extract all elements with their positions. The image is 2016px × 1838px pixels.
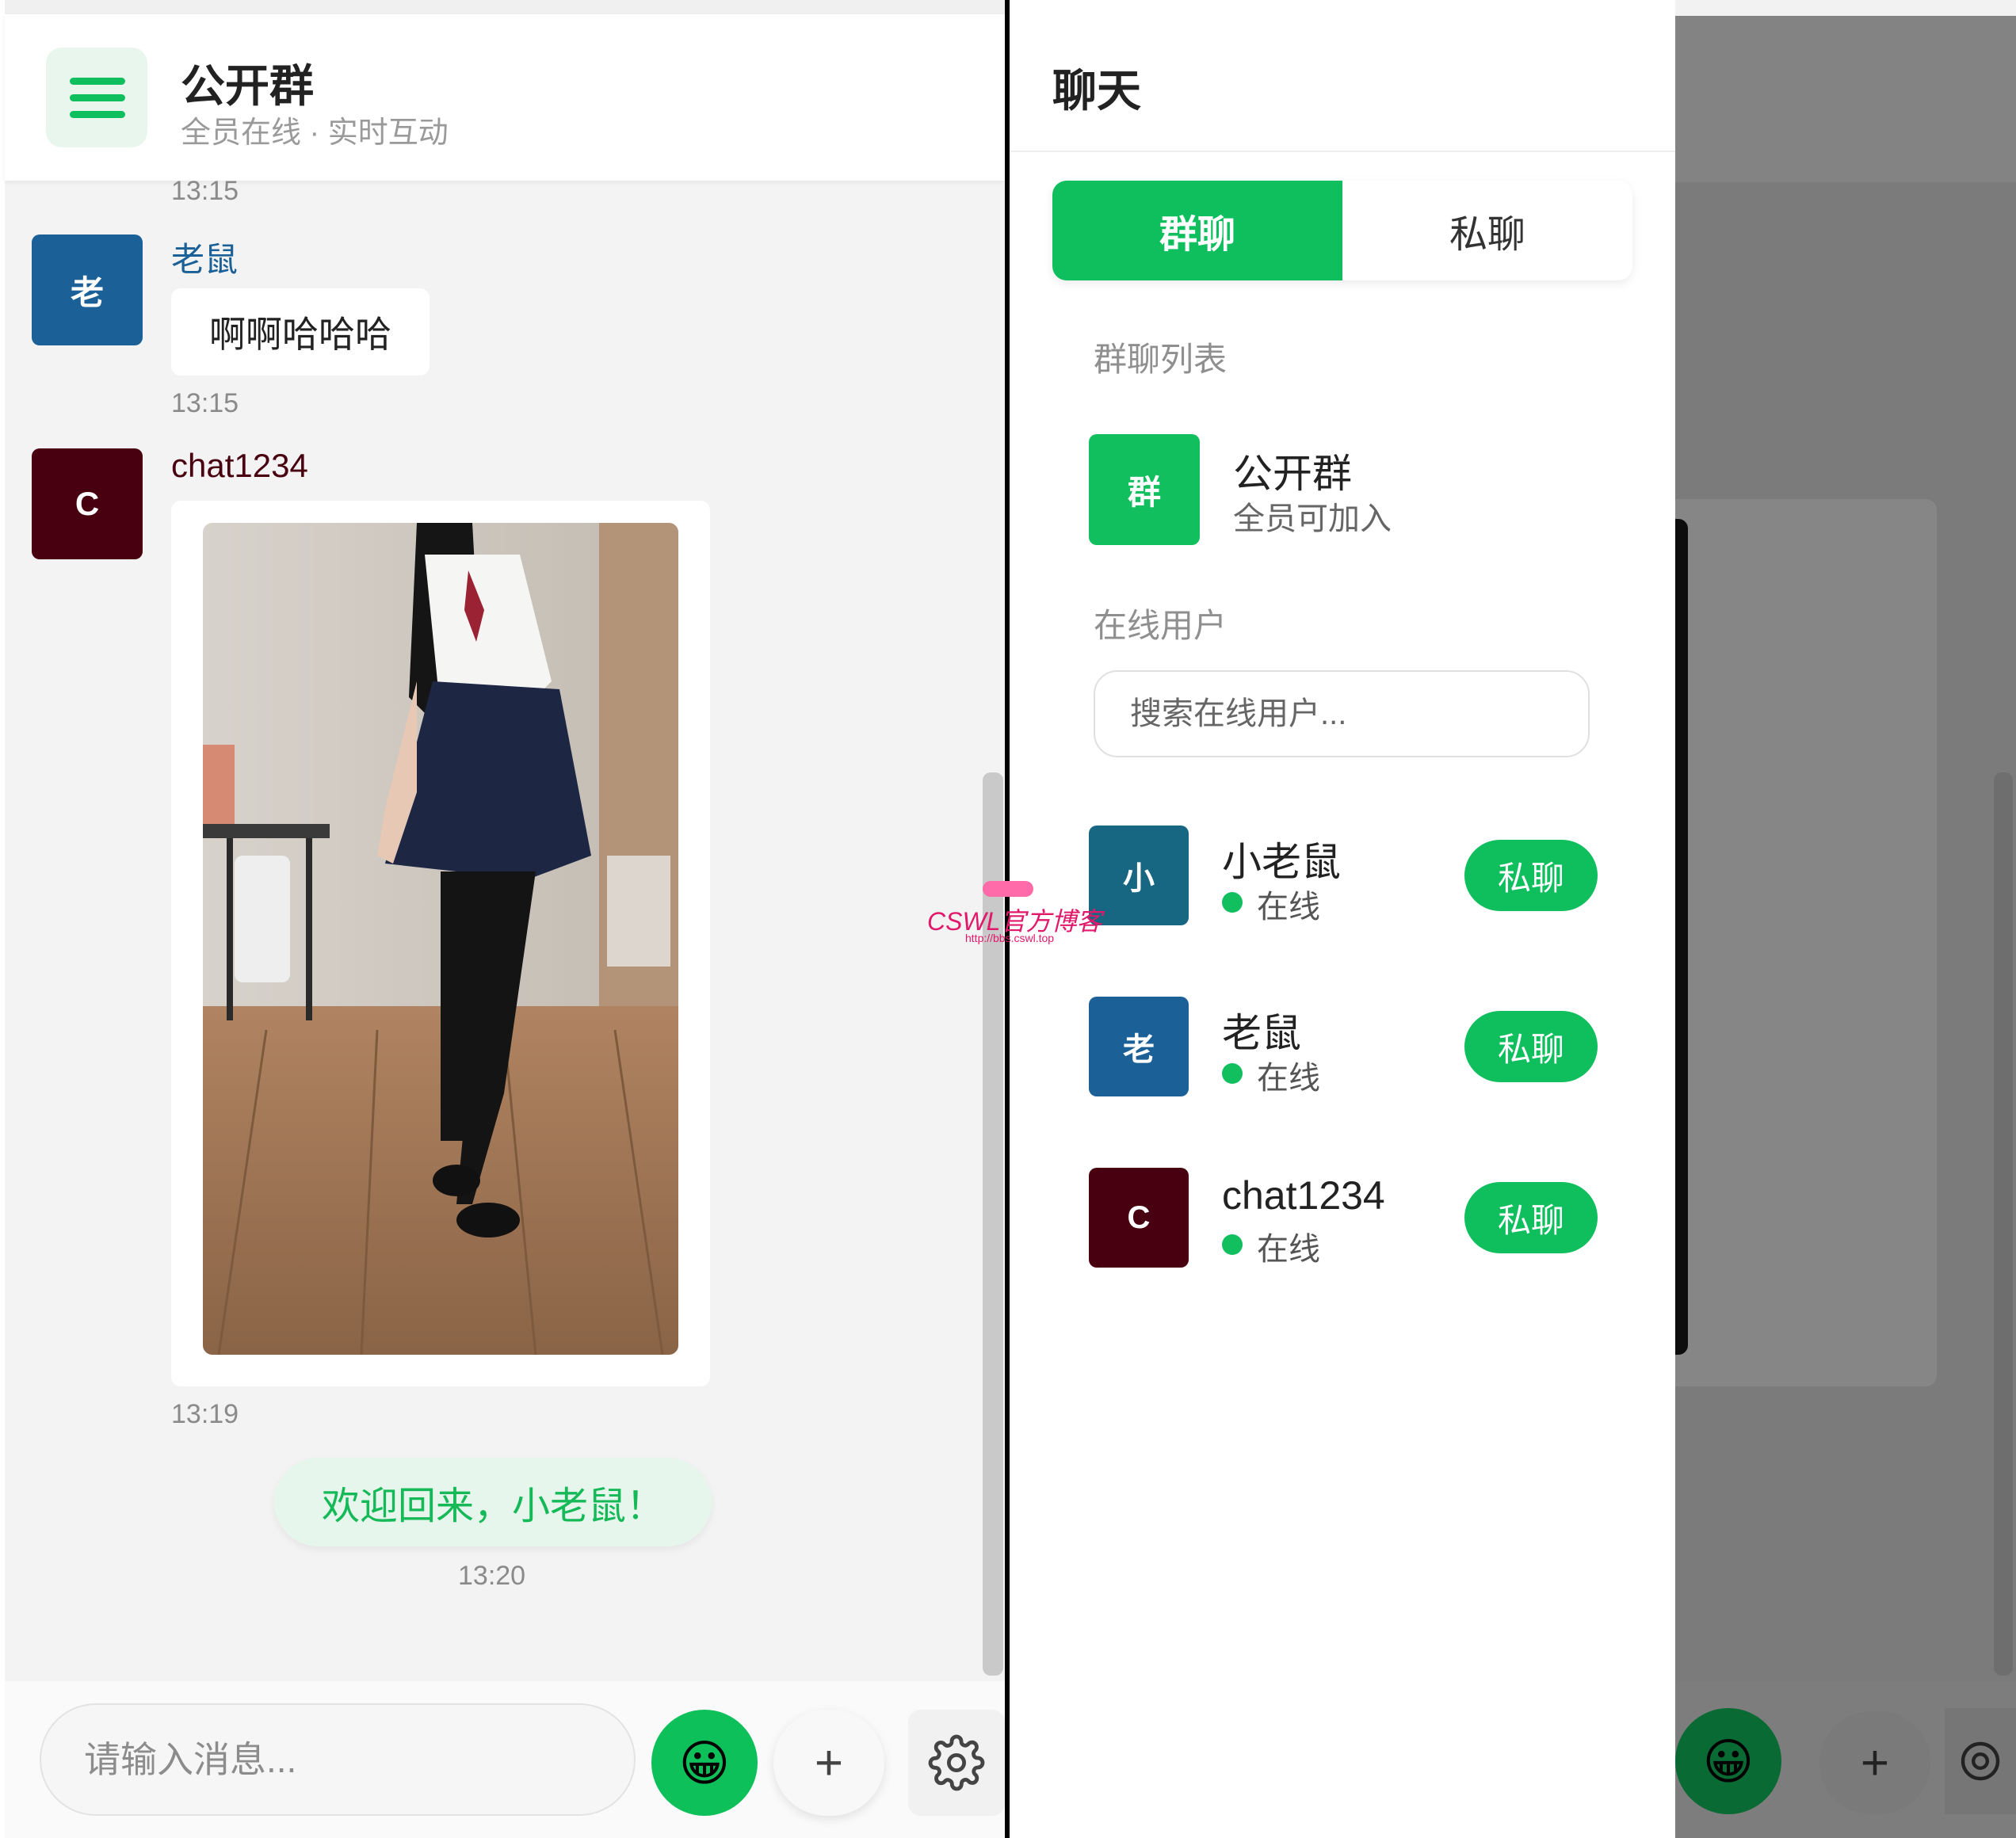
watermark-logo: CSWL官方博客 http://bbs.cswl.top	[927, 881, 1102, 944]
user-list-item[interactable]: 小 小老鼠 在线 私聊	[1010, 826, 1675, 929]
overlay-emoji-button: 😀	[1675, 1708, 1781, 1814]
group-list-heading: 群聊列表	[1094, 341, 1228, 378]
online-dot-icon	[1222, 1063, 1243, 1084]
online-dot-icon	[1222, 892, 1243, 913]
divider	[1010, 151, 1675, 152]
message-time: 13:19	[171, 1399, 239, 1429]
tab-group-chat[interactable]: 群聊	[1052, 181, 1342, 280]
avatar[interactable]: 老	[32, 235, 143, 345]
chat-panel: 公开群 全员在线 · 实时互动 13:15 老 老鼠 啊啊哈哈哈 13:15 C…	[0, 0, 1005, 1838]
private-chat-button[interactable]: 私聊	[1464, 840, 1598, 911]
chat-drawer: 聊天 群聊 私聊 群聊列表 群 公开群 全员可加入 在线用户 小 小老鼠 在线 …	[1010, 0, 1675, 1838]
attach-button[interactable]: +	[773, 1710, 884, 1816]
user-status: 在线	[1257, 1061, 1320, 1096]
message-time: 13:20	[458, 1561, 526, 1591]
message-bubble[interactable]: 啊啊哈哈哈	[171, 288, 430, 376]
online-dot-icon	[1222, 1234, 1243, 1255]
sender-name: 老鼠	[171, 241, 239, 278]
watermark-url: http://bbs.cswl.top	[965, 932, 1055, 944]
gear-icon[interactable]	[908, 1710, 1005, 1816]
overlay-strip	[1675, 0, 2016, 16]
shared-photo[interactable]	[203, 523, 678, 1355]
watermark-badge	[983, 881, 1033, 897]
overlay-photo-edge	[1675, 519, 1688, 1355]
user-list-item[interactable]: C chat1234 在线 私聊	[1010, 1168, 1675, 1271]
drawer-panel: 😀 + 聊天 群聊 私聊 群聊列表 群 公开群 全员可加入 在线用户 小 小老鼠…	[1010, 0, 2016, 1838]
hamburger-menu-icon[interactable]	[46, 48, 147, 147]
user-status: 在线	[1257, 1232, 1320, 1267]
sender-name: chat1234	[171, 447, 308, 484]
tab-private-chat[interactable]: 私聊	[1342, 181, 1632, 280]
private-chat-button[interactable]: 私聊	[1464, 1182, 1598, 1253]
image-message[interactable]	[171, 501, 710, 1386]
avatar: 小	[1089, 826, 1189, 925]
chat-type-tabs: 群聊 私聊	[1052, 181, 1632, 280]
chat-header: 公开群 全员在线 · 实时互动	[5, 14, 1005, 181]
overlay-gear-icon	[1945, 1708, 2016, 1814]
chat-title: 公开群	[181, 61, 314, 111]
overlay-image-edge	[1675, 499, 1937, 1386]
drawer-title: 聊天	[1052, 66, 1141, 116]
message-time: 13:15	[171, 388, 239, 418]
user-status: 在线	[1257, 890, 1320, 925]
private-chat-button[interactable]: 私聊	[1464, 1011, 1598, 1082]
avatar: 老	[1089, 997, 1189, 1096]
message-input[interactable]	[40, 1703, 636, 1816]
message-time: 13:15	[171, 176, 239, 206]
overlay-scrollbar	[1994, 772, 2013, 1676]
avatar: C	[1089, 1168, 1189, 1268]
overlay-attach-button: +	[1819, 1711, 1930, 1814]
online-users-heading: 在线用户	[1094, 607, 1228, 644]
avatar[interactable]: C	[32, 448, 143, 559]
system-welcome-message: 欢迎回来，小老鼠！	[274, 1458, 712, 1546]
chat-footer: 😀 +	[5, 1681, 1005, 1838]
user-name: 老鼠	[1222, 1011, 1301, 1055]
group-name: 公开群	[1233, 452, 1352, 496]
status-strip	[0, 0, 1005, 14]
user-list-item[interactable]: 老 老鼠 在线 私聊	[1010, 997, 1675, 1100]
chat-subtitle: 全员在线 · 实时互动	[181, 116, 449, 150]
user-name: 小老鼠	[1222, 840, 1341, 884]
overlay-header[interactable]	[1675, 16, 2016, 182]
user-search-input[interactable]	[1094, 670, 1590, 757]
group-avatar: 群	[1089, 434, 1200, 545]
user-name: chat1234	[1222, 1173, 1385, 1218]
emoji-button[interactable]: 😀	[651, 1710, 758, 1816]
group-description: 全员可加入	[1233, 501, 1392, 536]
left-edge	[0, 0, 5, 1838]
